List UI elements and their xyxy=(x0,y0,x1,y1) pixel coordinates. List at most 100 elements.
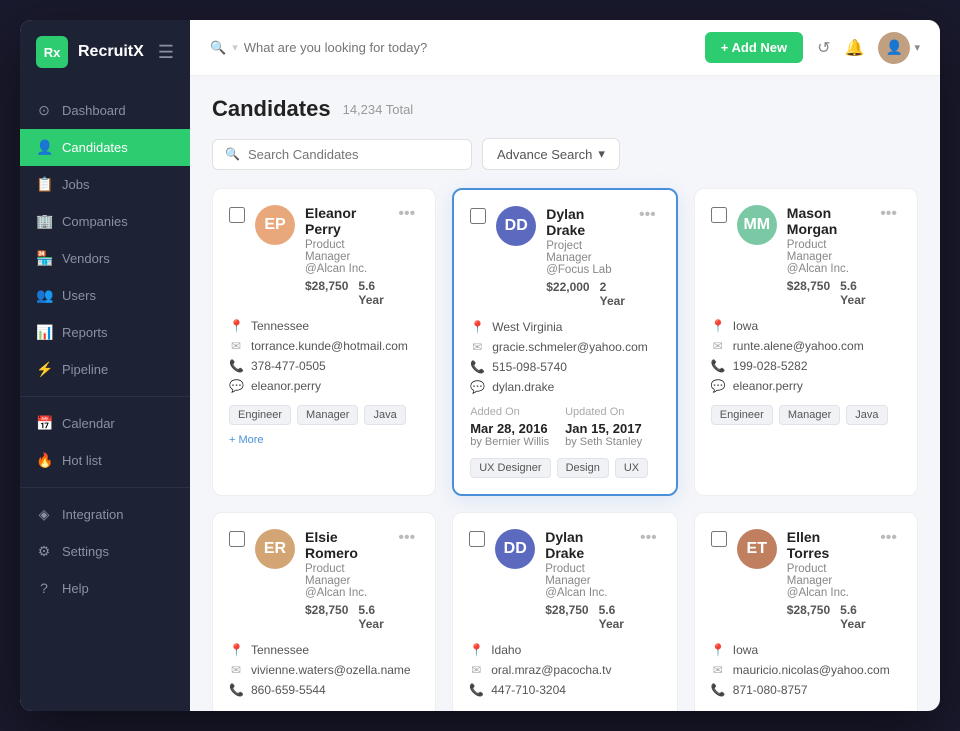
sidebar-item-label: Companies xyxy=(62,214,128,229)
candidates-icon: 👤 xyxy=(36,139,52,156)
user-avatar-button[interactable]: 👤 ▾ xyxy=(878,32,920,64)
phone-row-1: 📞 378-477-0505 xyxy=(229,359,419,373)
card-tags-3: Engineer Manager Java xyxy=(711,405,901,425)
candidate-location-3: Iowa xyxy=(733,319,758,333)
candidate-card-5[interactable]: DD Dylan Drake Product Manager @Alcan In… xyxy=(452,512,678,711)
location-row-1: 📍 Tennessee xyxy=(229,319,419,333)
tag-1-0[interactable]: Engineer xyxy=(229,405,291,425)
notifications-icon[interactable]: 🔔 xyxy=(845,38,865,58)
sidebar-item-vendors[interactable]: 🏪 Vendors xyxy=(20,240,190,277)
card-info-5: Dylan Drake Product Manager @Alcan Inc. … xyxy=(545,529,626,631)
tag-1-1[interactable]: Manager xyxy=(297,405,358,425)
tag-1-2[interactable]: Java xyxy=(364,405,405,425)
tag-2-0[interactable]: UX Designer xyxy=(470,458,550,478)
card-info-3: Mason Morgan Product Manager @Alcan Inc.… xyxy=(787,205,866,307)
sidebar-item-label: Dashboard xyxy=(62,103,126,118)
phone-icon-1: 📞 xyxy=(229,359,243,373)
sidebar-item-pipeline[interactable]: ⚡ Pipeline xyxy=(20,351,190,388)
sidebar-item-dashboard[interactable]: ⊙ Dashboard xyxy=(20,92,190,129)
card-checkbox-3[interactable] xyxy=(711,207,727,223)
search-icon: 🔍 xyxy=(210,40,226,56)
email-icon-5: ✉ xyxy=(469,663,483,677)
history-icon[interactable]: ↺ xyxy=(817,38,830,58)
candidate-card-3[interactable]: MM Mason Morgan Product Manager @Alcan I… xyxy=(694,188,918,496)
phone-row-6: 📞 871-080-8757 xyxy=(711,683,901,697)
sidebar-item-reports[interactable]: 📊 Reports xyxy=(20,314,190,351)
card-checkbox-5[interactable] xyxy=(469,531,485,547)
location-row-6: 📍 Iowa xyxy=(711,643,901,657)
sidebar-item-candidates[interactable]: 👤 Candidates xyxy=(20,129,190,166)
sidebar-item-hotlist[interactable]: 🔥 Hot list xyxy=(20,442,190,479)
location-icon-1: 📍 xyxy=(229,319,243,333)
sidebar-logo: Rx RecruitX ☰ xyxy=(20,20,190,84)
card-more-icon-5[interactable]: ••• xyxy=(636,529,661,547)
card-checkbox-1[interactable] xyxy=(229,207,245,223)
page-title: Candidates xyxy=(212,96,331,122)
add-new-button[interactable]: + Add New xyxy=(705,32,803,63)
candidates-search-input[interactable] xyxy=(248,147,459,162)
search-dropdown-icon[interactable]: ▾ xyxy=(232,41,238,54)
candidate-card-6[interactable]: ET Ellen Torres Product Manager @Alcan I… xyxy=(694,512,918,711)
updated-on-label: Updated On xyxy=(565,406,642,418)
card-more-icon-4[interactable]: ••• xyxy=(394,529,419,547)
nav-divider xyxy=(20,396,190,397)
location-icon-6: 📍 xyxy=(711,643,725,657)
card-more-icon-3[interactable]: ••• xyxy=(876,205,901,223)
card-checkbox-2[interactable] xyxy=(470,208,486,224)
tag-more-1[interactable]: + More xyxy=(229,431,264,449)
card-checkbox-6[interactable] xyxy=(711,531,727,547)
search-candidates-icon: 🔍 xyxy=(225,147,240,161)
card-tags-1: Engineer Manager Java + More xyxy=(229,405,419,449)
candidate-email-3: runte.alene@yahoo.com xyxy=(733,339,864,353)
candidate-card-4[interactable]: ER Elsie Romero Product Manager @Alcan I… xyxy=(212,512,436,711)
sidebar-nav: ⊙ Dashboard 👤 Candidates 📋 Jobs 🏢 Compan… xyxy=(20,84,190,711)
card-info-6: Ellen Torres Product Manager @Alcan Inc.… xyxy=(787,529,866,631)
sidebar-item-integration[interactable]: ◈ Integration xyxy=(20,496,190,533)
tag-2-1[interactable]: Design xyxy=(557,458,609,478)
advance-search-button[interactable]: Advance Search ▾ xyxy=(482,138,620,170)
candidates-search-bar[interactable]: 🔍 xyxy=(212,139,472,170)
username-icon-2: 💬 xyxy=(470,380,484,394)
sidebar-item-users[interactable]: 👥 Users xyxy=(20,277,190,314)
candidate-username-3: eleanor.perry xyxy=(733,379,803,393)
content-area: Candidates 14,234 Total 🔍 Advance Search… xyxy=(190,76,940,711)
candidate-card-1[interactable]: EP Eleanor Perry Product Manager @Alcan … xyxy=(212,188,436,496)
card-header-2: DD Dylan Drake Project Manager @Focus La… xyxy=(470,206,660,308)
candidate-username-1: eleanor.perry xyxy=(251,379,321,393)
phone-icon-4: 📞 xyxy=(229,683,243,697)
tag-3-1[interactable]: Manager xyxy=(779,405,840,425)
companies-icon: 🏢 xyxy=(36,213,52,230)
candidates-grid: EP Eleanor Perry Product Manager @Alcan … xyxy=(212,188,918,711)
hamburger-icon[interactable]: ☰ xyxy=(158,42,174,63)
global-search[interactable]: 🔍 ▾ xyxy=(210,40,693,56)
integration-icon: ◈ xyxy=(36,506,52,523)
card-checkbox-4[interactable] xyxy=(229,531,245,547)
username-icon-3: 💬 xyxy=(711,379,725,393)
card-details-1: 📍 Tennessee ✉ torrance.kunde@hotmail.com… xyxy=(229,319,419,393)
card-more-icon-1[interactable]: ••• xyxy=(394,205,419,223)
card-more-icon-2[interactable]: ••• xyxy=(635,206,660,224)
sidebar-item-label: Users xyxy=(62,288,96,303)
location-row-5: 📍 Idaho xyxy=(469,643,661,657)
sidebar-item-help[interactable]: ? Help xyxy=(20,570,190,606)
candidate-email-1: torrance.kunde@hotmail.com xyxy=(251,339,408,353)
username-row-2: 💬 dylan.drake xyxy=(470,380,660,394)
candidate-salary-3: $28,750 xyxy=(787,279,830,307)
hotlist-icon: 🔥 xyxy=(36,452,52,469)
tag-3-0[interactable]: Engineer xyxy=(711,405,773,425)
search-input[interactable] xyxy=(244,40,444,55)
sidebar-item-settings[interactable]: ⚙ Settings xyxy=(20,533,190,570)
tag-2-2[interactable]: UX xyxy=(615,458,648,478)
card-more-icon-6[interactable]: ••• xyxy=(876,529,901,547)
candidate-card-2[interactable]: DD Dylan Drake Project Manager @Focus La… xyxy=(452,188,678,496)
tag-3-2[interactable]: Java xyxy=(846,405,887,425)
sidebar-item-calendar[interactable]: 📅 Calendar xyxy=(20,405,190,442)
candidate-meta-2: $22,000 2 Year xyxy=(546,280,625,308)
sidebar-item-companies[interactable]: 🏢 Companies xyxy=(20,203,190,240)
sidebar-item-label: Candidates xyxy=(62,140,128,155)
candidate-salary-5: $28,750 xyxy=(545,603,588,631)
username-row-1: 💬 eleanor.perry xyxy=(229,379,419,393)
sidebar-item-jobs[interactable]: 📋 Jobs xyxy=(20,166,190,203)
added-updated-2: Added On Mar 28, 2016 by Bernier Willis … xyxy=(470,406,660,448)
candidate-role-2: Project Manager @Focus Lab xyxy=(546,240,625,276)
